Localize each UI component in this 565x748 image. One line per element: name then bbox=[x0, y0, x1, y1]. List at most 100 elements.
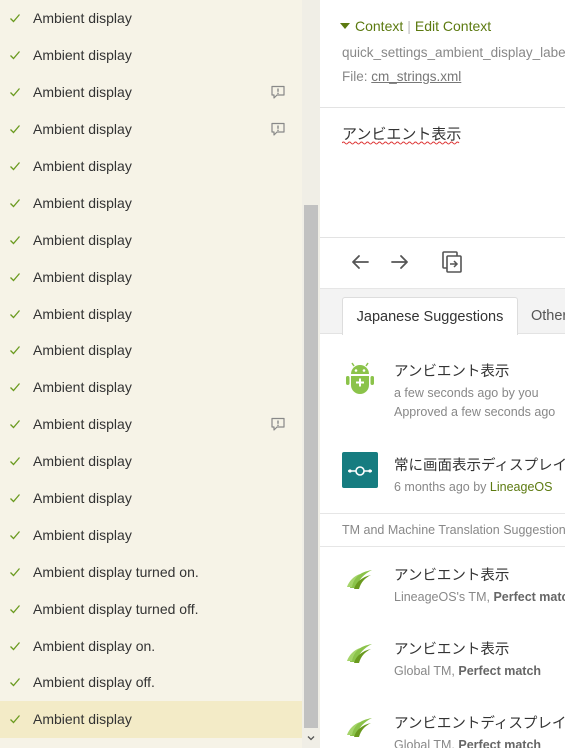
list-item-label: Ambient display bbox=[33, 10, 132, 27]
list-item-label: Ambient display bbox=[33, 84, 132, 101]
author-link[interactable]: LineageOS bbox=[490, 480, 553, 494]
list-item-label: Ambient display bbox=[33, 526, 132, 543]
list-item-label: Ambient display bbox=[33, 47, 132, 64]
check-icon bbox=[10, 604, 20, 614]
spellcheck-underline bbox=[342, 141, 460, 145]
tm-suggestion-item[interactable]: アンビエント表示 LineageOS's TM, Perfect match bbox=[320, 558, 565, 608]
suggestion-meta: LineageOS's TM, Perfect match bbox=[394, 590, 565, 604]
list-item[interactable]: Ambient display on. bbox=[0, 627, 302, 664]
list-item-label: Ambient display bbox=[33, 268, 132, 285]
suggestion-item[interactable]: アンビエント表示 a few seconds ago by you Approv… bbox=[320, 356, 565, 426]
check-icon bbox=[10, 125, 20, 134]
suggestion-meta: 6 months ago by LineageOS bbox=[394, 480, 552, 494]
list-item-label: Ambient display bbox=[33, 305, 132, 322]
copy-source-icon[interactable] bbox=[440, 250, 464, 274]
arrow-left-icon[interactable] bbox=[348, 250, 372, 274]
caret-down-icon[interactable] bbox=[340, 23, 350, 29]
list-item[interactable]: Ambient display bbox=[0, 516, 302, 553]
check-icon bbox=[10, 494, 20, 503]
check-icon bbox=[10, 715, 20, 724]
translation-memory-icon bbox=[347, 570, 372, 589]
list-item[interactable]: Ambient display bbox=[0, 332, 302, 369]
suggestion-item[interactable]: 常に画面表示ディスプレイ 6 months ago by LineageOS bbox=[320, 450, 565, 500]
suggestion-text: アンビエント表示 bbox=[394, 568, 510, 584]
list-item-label: Ambient display bbox=[33, 158, 132, 174]
list-item[interactable]: Ambient display bbox=[0, 148, 302, 185]
tm-suggestion-item[interactable]: アンビエントディスプレイ Global TM, Perfect match bbox=[320, 706, 565, 748]
list-item[interactable]: Ambient display bbox=[0, 0, 302, 37]
comment-warning-icon[interactable] bbox=[270, 121, 286, 137]
suggestion-text: アンビエントディスプレイ bbox=[394, 716, 565, 732]
string-list-panel: Ambient display Ambient display Ambient di… bbox=[0, 0, 320, 748]
suggestion-meta: a few seconds ago by you bbox=[394, 386, 539, 400]
translation-memory-icon bbox=[347, 644, 372, 663]
check-icon bbox=[10, 162, 20, 171]
list-item-label: Ambient display bbox=[33, 194, 132, 211]
context-separator: | bbox=[407, 18, 411, 34]
list-item[interactable]: Ambient display bbox=[0, 406, 302, 443]
check-icon bbox=[10, 346, 20, 355]
check-icon bbox=[10, 309, 20, 319]
arrow-right-icon[interactable] bbox=[388, 250, 412, 274]
list-item[interactable]: Ambient display bbox=[0, 700, 302, 738]
check-icon bbox=[10, 14, 20, 23]
list-item-label: Ambient display turned on. bbox=[33, 563, 199, 580]
edit-context-link[interactable]: Edit Context bbox=[415, 18, 491, 34]
check-icon bbox=[10, 420, 20, 429]
list-item[interactable]: Ambient display bbox=[0, 295, 302, 332]
file-prefix: File: bbox=[342, 69, 372, 84]
list-item-label: Ambient display bbox=[33, 342, 132, 359]
context-toggle[interactable]: Context bbox=[355, 18, 403, 34]
tab-japanese-suggestions[interactable]: Japanese Suggestions bbox=[342, 297, 518, 335]
list-item[interactable]: Ambient display bbox=[0, 111, 302, 148]
comment-warning-icon[interactable] bbox=[270, 416, 286, 432]
tm-suggestion-item[interactable]: アンビエント表示 Global TM, Perfect match bbox=[320, 632, 565, 682]
list-item-label: Ambient display off. bbox=[33, 674, 155, 691]
check-icon bbox=[10, 383, 20, 392]
list-item[interactable]: Ambient display off. bbox=[0, 664, 302, 701]
context-key: quick_settings_ambient_display_label bbox=[342, 45, 565, 60]
editor-panel: Context | Edit Context quick_settings_ambi… bbox=[320, 0, 565, 748]
suggestion-meta-prefix: 6 months ago by bbox=[394, 480, 490, 494]
list-item[interactable]: Ambient display bbox=[0, 443, 302, 480]
string-list: Ambient display Ambient display Ambient di… bbox=[0, 0, 302, 738]
check-icon bbox=[10, 235, 20, 245]
list-item-label: Ambient display bbox=[33, 711, 132, 728]
context-header: Context | Edit Context bbox=[340, 18, 491, 34]
comment-warning-icon[interactable] bbox=[270, 84, 286, 100]
suggestion-text: 常に画面表示ディスプレイ bbox=[394, 458, 565, 474]
list-item-label: Ambient display bbox=[33, 121, 132, 138]
list-scrollbar[interactable] bbox=[302, 0, 320, 748]
list-item[interactable]: Ambient display bbox=[0, 369, 302, 406]
list-item[interactable]: Ambient display bbox=[0, 258, 302, 295]
scrollbar-thumb[interactable] bbox=[304, 205, 318, 728]
tm-source: Global TM, bbox=[394, 738, 459, 748]
list-item[interactable]: Ambient display bbox=[0, 184, 302, 221]
match-quality: Perfect match bbox=[458, 664, 542, 678]
divider bbox=[320, 237, 565, 238]
check-icon bbox=[10, 641, 20, 651]
list-item[interactable]: Ambient display bbox=[0, 221, 302, 258]
list-item[interactable]: Ambient display bbox=[0, 74, 302, 111]
check-icon bbox=[10, 567, 20, 577]
list-item-label: Ambient display bbox=[33, 490, 132, 507]
suggestion-meta: Global TM, Perfect match bbox=[394, 664, 541, 678]
list-item-label: Ambient display turned off. bbox=[33, 600, 199, 617]
scroll-down-arrow-icon[interactable] bbox=[305, 732, 317, 744]
list-item[interactable]: Ambient display turned off. bbox=[0, 590, 302, 627]
list-item[interactable]: Ambient display turned on. bbox=[0, 553, 302, 590]
file-link[interactable]: cm_strings.xml bbox=[371, 69, 461, 84]
check-icon bbox=[10, 51, 20, 60]
divider bbox=[320, 107, 565, 108]
tab-other[interactable]: Other bbox=[531, 308, 565, 324]
list-item[interactable]: Ambient display bbox=[0, 480, 302, 517]
android-icon bbox=[346, 362, 374, 394]
suggestion-approval: Approved a few seconds ago bbox=[394, 405, 556, 419]
suggestion-tabs: Japanese Suggestions Other bbox=[320, 288, 565, 335]
list-item[interactable]: Ambient display bbox=[0, 37, 302, 74]
suggestion-text: アンビエント表示 bbox=[394, 642, 510, 658]
check-icon bbox=[10, 530, 20, 540]
check-icon bbox=[10, 457, 20, 466]
list-item-label: Ambient display on. bbox=[33, 637, 156, 654]
lineageos-icon bbox=[342, 452, 378, 488]
